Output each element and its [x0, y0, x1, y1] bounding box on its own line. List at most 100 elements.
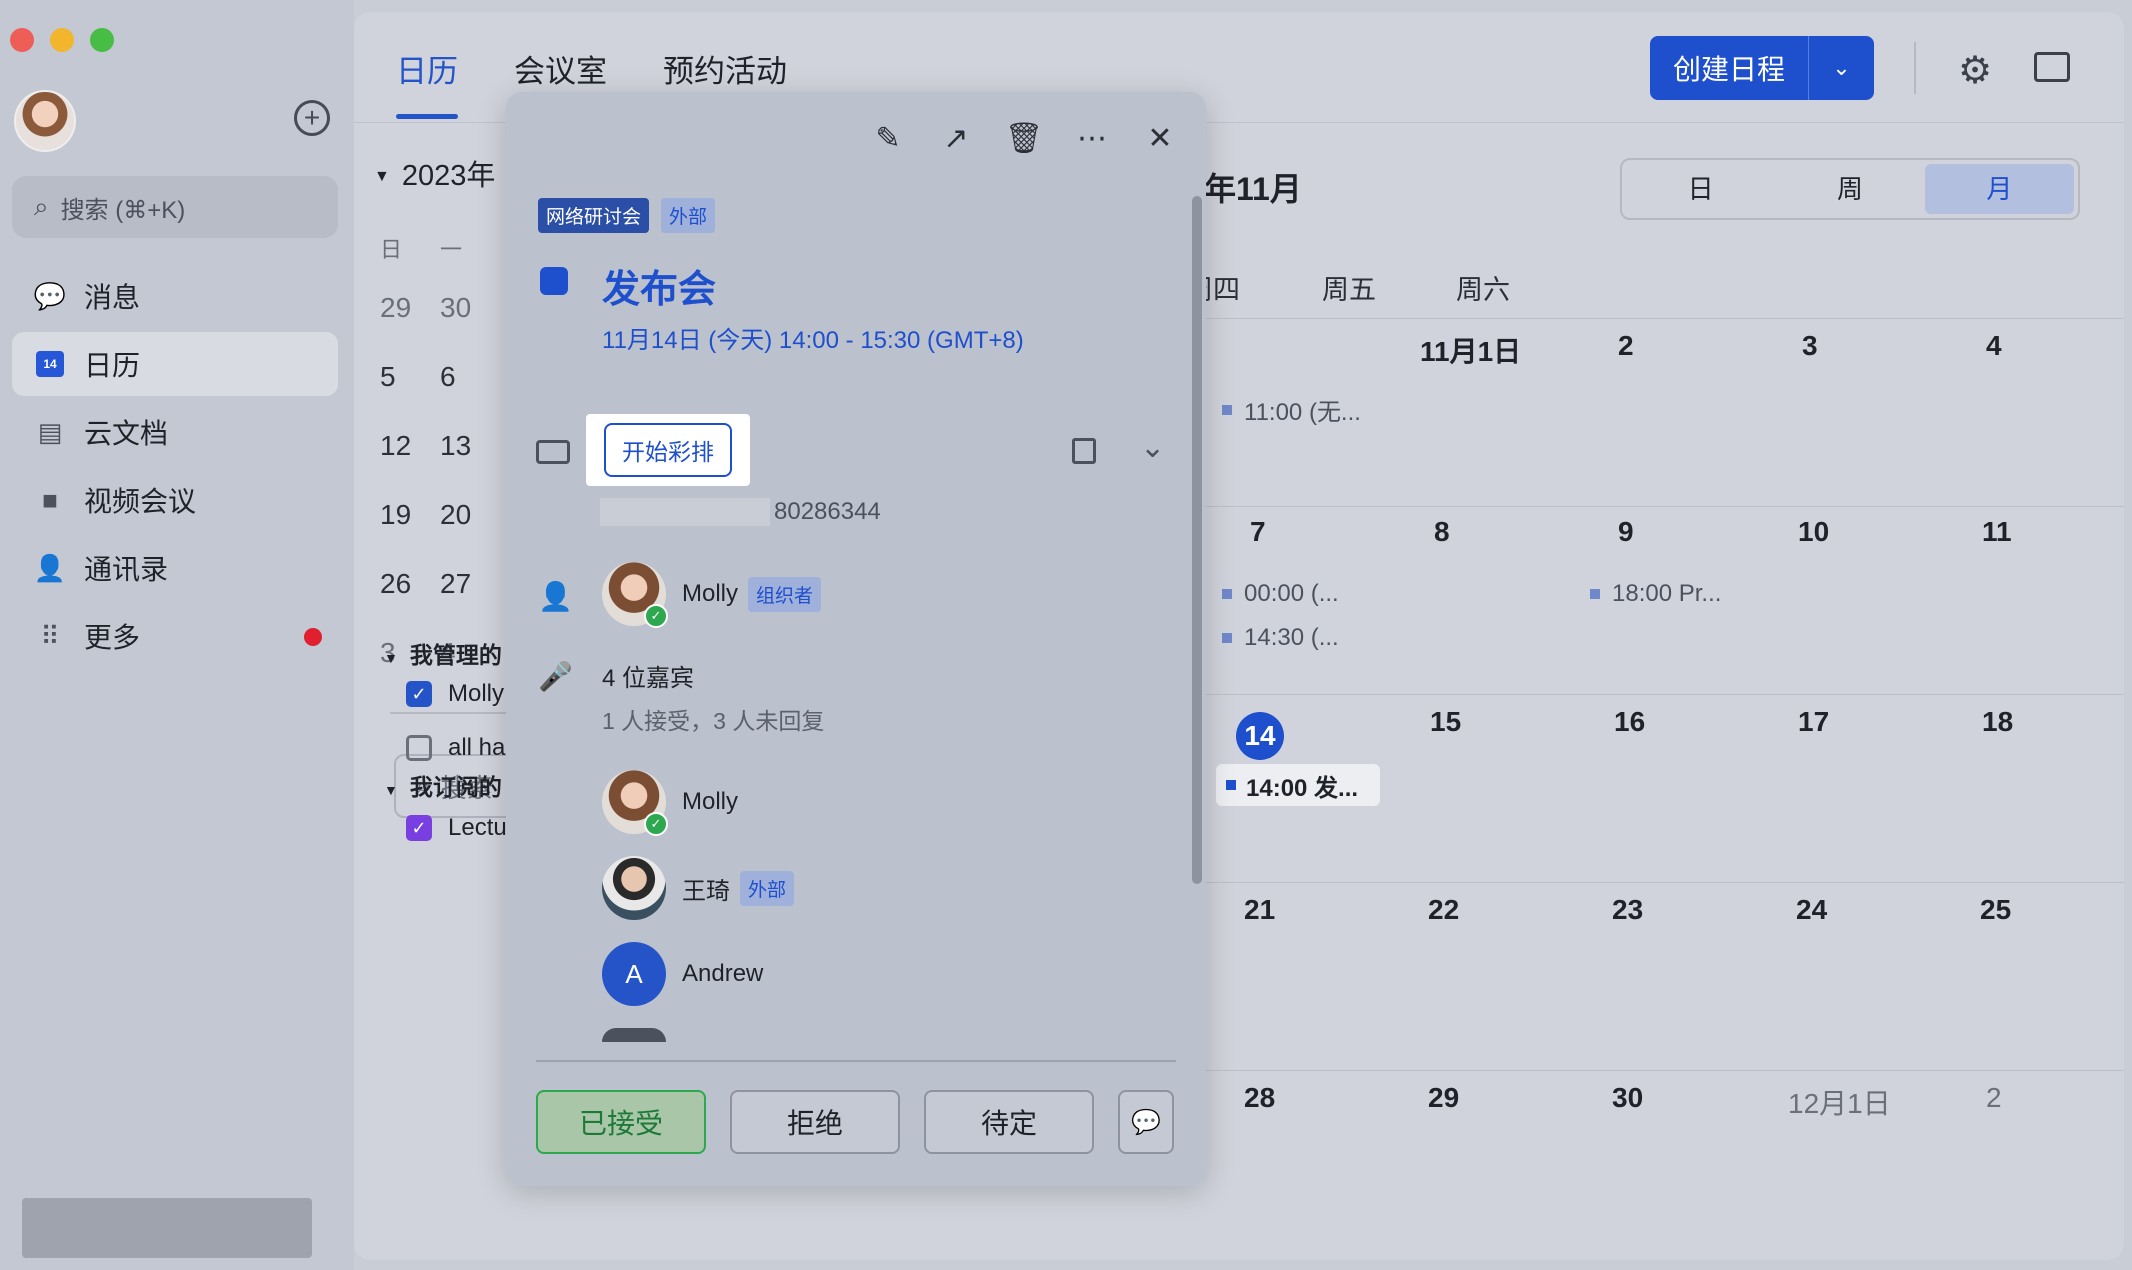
today-date-badge[interactable]: 14	[1236, 712, 1284, 760]
month-day[interactable]: 17	[1798, 706, 1829, 738]
mini-day[interactable]: 30	[440, 292, 500, 361]
month-day[interactable]: 22	[1428, 894, 1459, 926]
copy-icon[interactable]	[1072, 438, 1096, 464]
user-avatar[interactable]	[14, 90, 76, 152]
mini-weekday: 日	[380, 237, 403, 262]
mini-day[interactable]: 12	[380, 430, 440, 499]
mini-weekday-row: 日 一	[380, 232, 500, 264]
tentative-button[interactable]: 待定	[924, 1090, 1094, 1154]
guest-row[interactable]: 王琦 外部	[602, 856, 795, 920]
checkbox-checked[interactable]: ✓	[406, 681, 432, 707]
accept-button[interactable]: 已接受	[536, 1090, 706, 1154]
tab-calendar[interactable]: 日历	[396, 46, 458, 119]
guest-row[interactable]: A Andrew	[602, 942, 763, 1006]
calendar-item-all-hands[interactable]: all ha	[406, 734, 505, 762]
mini-day[interactable]: 26	[380, 568, 440, 637]
maximize-window-button[interactable]	[90, 28, 114, 52]
mini-day[interactable]: 20	[440, 499, 500, 568]
month-day[interactable]: 24	[1796, 894, 1827, 926]
month-day[interactable]: 29	[1428, 1082, 1459, 1114]
sidebar-item-messages[interactable]: 💬 消息	[12, 264, 338, 328]
mini-day[interactable]: 19	[380, 499, 440, 568]
chat-icon[interactable]: 💬	[1118, 1090, 1174, 1154]
checkbox-checked[interactable]: ✓	[406, 815, 432, 841]
close-window-button[interactable]	[10, 28, 34, 52]
create-event-button[interactable]: 创建日程 ⌄	[1650, 36, 1874, 100]
month-day[interactable]: 7	[1250, 516, 1266, 548]
view-week-button[interactable]: 周	[1775, 164, 1924, 214]
meeting-id: 80286344	[600, 498, 881, 526]
chevron-down-icon[interactable]: ⌄	[1140, 430, 1165, 465]
minimize-window-button[interactable]	[50, 28, 74, 52]
organizer-name: Molly	[682, 580, 739, 607]
today-event-chip[interactable]: 14:00 发...	[1216, 764, 1380, 806]
month-day[interactable]: 2	[1618, 330, 1634, 362]
month-day[interactable]: 15	[1430, 706, 1461, 738]
gear-icon[interactable]: ⚙	[1958, 48, 1992, 93]
mini-calendar-year[interactable]: ▼ 2023年	[374, 152, 495, 194]
sidebar-item-video[interactable]: ■ 视频会议	[12, 468, 338, 532]
sidebar-nav: 💬 消息 14 日历 ▤ 云文档 ■ 视频会议 👤 通讯录 ⠿ 更多	[12, 264, 338, 672]
mini-day[interactable]: 27	[440, 568, 500, 637]
search-placeholder: 搜索 (⌘+K)	[60, 196, 186, 224]
month-day[interactable]: 21	[1244, 894, 1275, 926]
mini-day[interactable]: 29	[380, 292, 440, 361]
month-day[interactable]: 9	[1618, 516, 1634, 548]
calendar-item-lecture[interactable]: ✓ Lectu	[406, 814, 507, 842]
mini-week-row: 29 30	[380, 292, 500, 361]
start-rehearsal-button[interactable]: 开始彩排	[604, 423, 732, 477]
month-day[interactable]: 8	[1434, 516, 1450, 548]
guest-row[interactable]: ✓ Molly	[602, 770, 738, 836]
mini-day[interactable]: 13	[440, 430, 500, 499]
close-icon[interactable]: ✕	[1142, 120, 1178, 156]
checkbox-unchecked[interactable]	[406, 735, 432, 761]
organizer-row[interactable]: ✓ Molly 组织者	[602, 562, 822, 628]
share-icon[interactable]: ↗	[938, 120, 974, 156]
month-day[interactable]: 28	[1244, 1082, 1275, 1114]
popup-toolbar: ✎ ↗ 🗑 ⋯ ✕	[870, 120, 1178, 156]
collapse-triangle-icon: ▼	[384, 650, 398, 666]
month-day[interactable]: 23	[1612, 894, 1643, 926]
section-subscribed-calendars[interactable]: ▼ 我订阅的	[384, 768, 502, 802]
delete-icon[interactable]: 🗑	[1005, 120, 1043, 156]
app-window: + ⌕ 搜索 (⌘+K) 💬 消息 14 日历 ▤ 云文档 ■ 视频会议 👤 通…	[0, 0, 2132, 1270]
section-managed-calendars[interactable]: ▼ 我管理的	[384, 636, 502, 670]
calendar-item-molly[interactable]: ✓ Molly	[406, 680, 504, 708]
month-day[interactable]: 11月1日	[1420, 330, 1521, 370]
event-chip[interactable]: 14:30 (...	[1222, 624, 1339, 652]
mini-weekday: 一	[440, 237, 463, 262]
month-day[interactable]: 2	[1986, 1082, 2002, 1114]
month-day[interactable]: 10	[1798, 516, 1829, 548]
popup-scrollbar[interactable]	[1192, 196, 1202, 884]
event-chip[interactable]: 00:00 (...	[1222, 580, 1339, 608]
month-day[interactable]: 3	[1802, 330, 1818, 362]
event-chip[interactable]: 18:00 Pr...	[1590, 580, 1721, 608]
mini-year-label: 2023年	[401, 160, 496, 192]
mini-day[interactable]: 5	[380, 361, 440, 430]
month-day[interactable]: 11	[1982, 516, 2012, 548]
new-window-icon[interactable]	[2034, 52, 2070, 82]
mini-day[interactable]: 6	[440, 361, 500, 430]
month-day[interactable]: 30	[1612, 1082, 1643, 1114]
month-day[interactable]: 12月1日	[1788, 1082, 1891, 1122]
month-day[interactable]: 4	[1986, 330, 2002, 362]
calendar-name: all ha	[448, 734, 506, 761]
sidebar-item-docs[interactable]: ▤ 云文档	[12, 400, 338, 464]
more-icon[interactable]: ⋯	[1074, 120, 1110, 156]
event-chip[interactable]: 11:00 (无...	[1222, 392, 1361, 427]
sidebar-item-calendar[interactable]: 14 日历	[12, 332, 338, 396]
decline-button[interactable]: 拒绝	[730, 1090, 900, 1154]
view-month-button[interactable]: 月	[1924, 164, 2074, 214]
sidebar-item-more[interactable]: ⠿ 更多	[12, 604, 338, 668]
sidebar-item-contacts[interactable]: 👤 通讯录	[12, 536, 338, 600]
month-day[interactable]: 18	[1982, 706, 2013, 738]
chevron-down-icon[interactable]: ⌄	[1808, 36, 1874, 100]
month-day[interactable]: 16	[1614, 706, 1645, 738]
search-input[interactable]: ⌕ 搜索 (⌘+K)	[12, 176, 338, 238]
add-icon[interactable]: +	[294, 100, 330, 136]
view-day-button[interactable]: 日	[1626, 164, 1775, 214]
month-day[interactable]: 25	[1980, 894, 2011, 926]
month-title: 年11月	[1204, 171, 1302, 207]
avatar: ✓	[602, 770, 668, 836]
edit-icon[interactable]: ✎	[870, 120, 906, 156]
